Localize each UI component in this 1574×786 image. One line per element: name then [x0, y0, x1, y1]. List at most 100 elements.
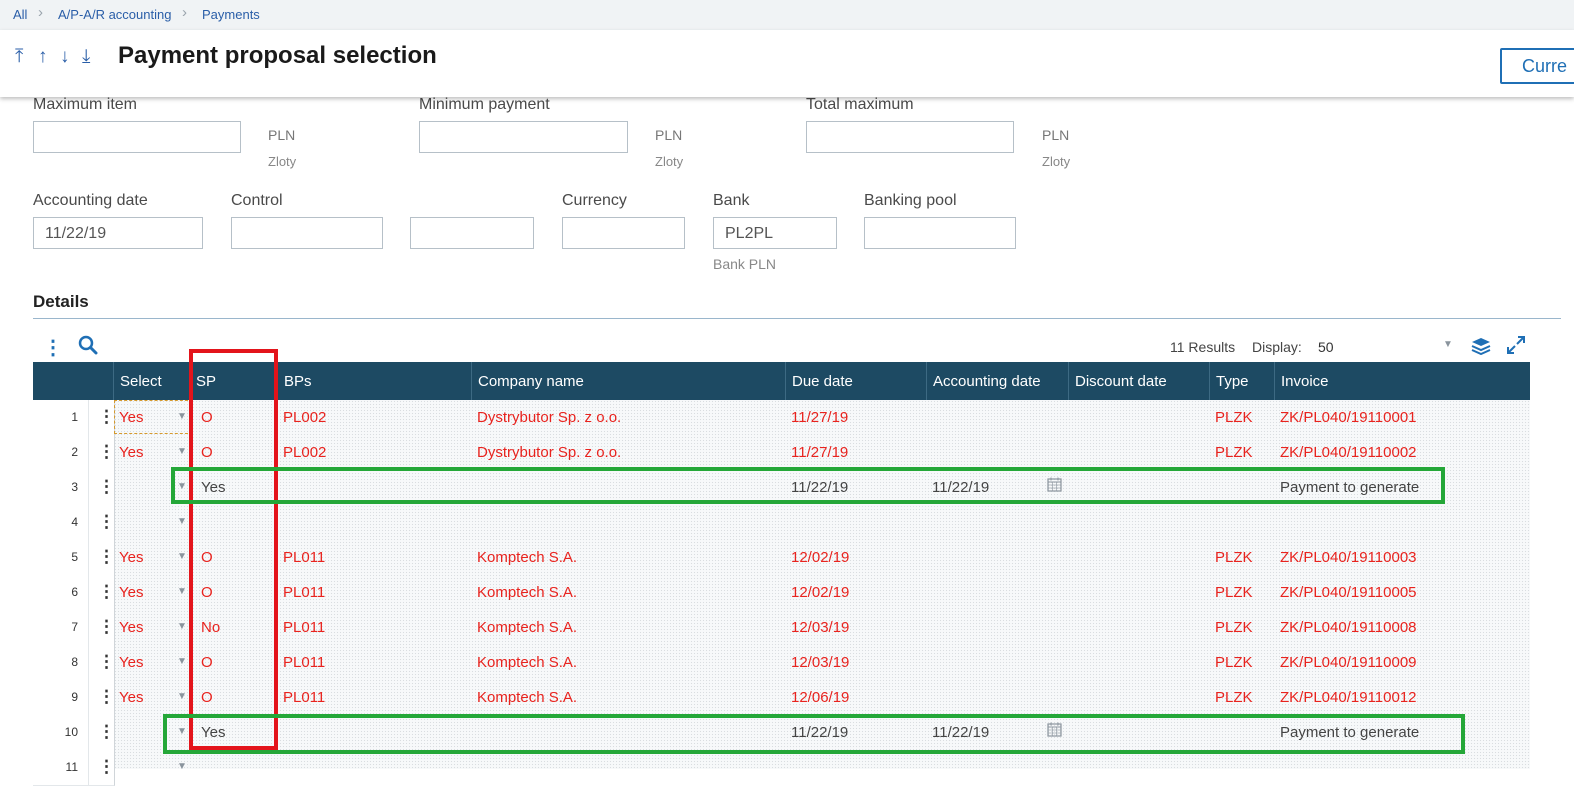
type-cell[interactable]: PLZK	[1215, 549, 1253, 566]
more-vert-icon[interactable]: ⋮	[98, 618, 115, 635]
more-vert-icon[interactable]: ⋮	[98, 723, 115, 740]
column-header-discount-date[interactable]: Discount date	[1068, 362, 1209, 400]
due-date-cell[interactable]: 12/02/19	[791, 584, 849, 601]
caret-down-icon[interactable]: ▼	[1443, 339, 1453, 350]
breadcrumb-ap-ar-accounting[interactable]: A/P-A/R accounting	[58, 7, 171, 22]
invoice-cell[interactable]: ZK/PL040/19110009	[1280, 654, 1417, 671]
bps-cell[interactable]: PL011	[283, 654, 325, 671]
bps-cell[interactable]: PL002	[283, 409, 326, 426]
company-cell[interactable]: Dystrybutor Sp. z o.o.	[477, 444, 621, 461]
control-input-2[interactable]	[410, 217, 534, 249]
invoice-cell[interactable]: ZK/PL040/19110005	[1280, 584, 1417, 601]
more-vert-icon[interactable]: ⋮	[98, 758, 115, 775]
expand-icon[interactable]	[1506, 335, 1526, 360]
last-record-icon[interactable]: ⤓	[82, 46, 90, 68]
invoice-cell[interactable]: ZK/PL040/19110012	[1280, 689, 1417, 706]
display-select[interactable]: 50	[1318, 339, 1334, 355]
caret-down-icon[interactable]: ▼	[177, 446, 187, 457]
invoice-cell[interactable]: ZK/PL040/19110003	[1280, 549, 1417, 566]
type-cell[interactable]: PLZK	[1215, 619, 1253, 636]
minimum-payment-input[interactable]	[419, 121, 628, 153]
type-cell[interactable]: PLZK	[1215, 654, 1253, 671]
select-cell[interactable]: Yes	[119, 549, 143, 566]
bps-cell[interactable]: PL011	[283, 549, 325, 566]
search-icon[interactable]	[78, 335, 98, 360]
more-vert-icon[interactable]: ⋮	[43, 335, 63, 360]
bps-cell[interactable]: PL011	[283, 584, 325, 601]
caret-down-icon[interactable]: ▼	[177, 621, 187, 632]
column-header-invoice[interactable]: Invoice	[1274, 362, 1530, 400]
company-cell[interactable]: Komptech S.A.	[477, 689, 577, 706]
next-record-icon[interactable]: ↓	[60, 46, 70, 68]
type-cell[interactable]: PLZK	[1215, 409, 1253, 426]
more-vert-icon[interactable]: ⋮	[98, 513, 115, 530]
caret-down-icon[interactable]: ▼	[177, 551, 187, 562]
invoice-cell[interactable]: ZK/PL040/19110008	[1280, 619, 1417, 636]
due-date-cell[interactable]: 11/27/19	[791, 409, 848, 426]
caret-down-icon[interactable]: ▼	[177, 586, 187, 597]
due-date-cell[interactable]: 11/27/19	[791, 444, 848, 461]
bank-input[interactable]: PL2PL	[713, 217, 837, 249]
more-vert-icon[interactable]: ⋮	[98, 583, 115, 600]
type-cell[interactable]: PLZK	[1215, 584, 1253, 601]
banking-pool-input[interactable]	[864, 217, 1016, 249]
caret-down-icon[interactable]: ▼	[177, 761, 187, 772]
caret-down-icon[interactable]: ▼	[177, 691, 187, 702]
column-header-accounting-date[interactable]: Accounting date	[926, 362, 1068, 400]
row-menu[interactable]: ⋮	[88, 645, 115, 681]
more-vert-icon[interactable]: ⋮	[98, 408, 115, 425]
row-menu[interactable]: ⋮	[88, 750, 115, 786]
caret-down-icon[interactable]: ▼	[177, 516, 187, 527]
column-header-company-name[interactable]: Company name	[471, 362, 785, 400]
table-row[interactable]: 11 ⋮ ▼	[33, 750, 1530, 786]
control-input[interactable]	[231, 217, 383, 249]
due-date-cell[interactable]: 12/03/19	[791, 654, 849, 671]
type-cell[interactable]: PLZK	[1215, 444, 1253, 461]
more-vert-icon[interactable]: ⋮	[98, 688, 115, 705]
current-button[interactable]: Curre	[1500, 48, 1574, 84]
first-record-icon[interactable]: ⤒	[15, 46, 23, 68]
row-menu[interactable]: ⋮	[88, 505, 115, 541]
company-cell[interactable]: Dystrybutor Sp. z o.o.	[477, 409, 621, 426]
select-cell[interactable]: Yes	[119, 619, 143, 636]
column-header-select[interactable]: Select	[113, 362, 189, 400]
total-maximum-input[interactable]	[806, 121, 1014, 153]
more-vert-icon[interactable]: ⋮	[98, 653, 115, 670]
select-cell[interactable]: Yes	[119, 584, 143, 601]
caret-down-icon[interactable]: ▼	[177, 656, 187, 667]
maximum-item-input[interactable]	[33, 121, 241, 153]
invoice-cell[interactable]: ZK/PL040/19110001	[1280, 409, 1417, 426]
company-cell[interactable]: Komptech S.A.	[477, 619, 577, 636]
row-menu[interactable]: ⋮	[88, 715, 115, 751]
row-menu[interactable]: ⋮	[88, 400, 115, 436]
breadcrumb-payments[interactable]: Payments	[202, 7, 260, 22]
more-vert-icon[interactable]: ⋮	[98, 443, 115, 460]
select-cell[interactable]: Yes	[119, 654, 143, 671]
type-cell[interactable]: PLZK	[1215, 689, 1253, 706]
due-date-cell[interactable]: 12/03/19	[791, 619, 849, 636]
row-menu[interactable]: ⋮	[88, 680, 115, 716]
column-header-type[interactable]: Type	[1209, 362, 1274, 400]
company-cell[interactable]: Komptech S.A.	[477, 549, 577, 566]
previous-record-icon[interactable]: ↑	[38, 46, 48, 68]
accounting-date-input[interactable]: 11/22/19	[33, 217, 203, 249]
row-menu[interactable]: ⋮	[88, 435, 115, 471]
due-date-cell[interactable]: 12/02/19	[791, 549, 849, 566]
breadcrumb-all[interactable]: All	[13, 7, 27, 22]
bps-cell[interactable]: PL011	[283, 619, 325, 636]
select-cell[interactable]: Yes	[119, 444, 143, 461]
row-menu[interactable]: ⋮	[88, 575, 115, 611]
due-date-cell[interactable]: 12/06/19	[791, 689, 849, 706]
invoice-cell[interactable]: ZK/PL040/19110002	[1280, 444, 1417, 461]
more-vert-icon[interactable]: ⋮	[98, 478, 115, 495]
column-header-bps[interactable]: BPs	[277, 362, 471, 400]
row-menu[interactable]: ⋮	[88, 610, 115, 646]
bps-cell[interactable]: PL002	[283, 444, 326, 461]
select-cell[interactable]: Yes	[119, 689, 143, 706]
bps-cell[interactable]: PL011	[283, 689, 325, 706]
column-header-due-date[interactable]: Due date	[785, 362, 926, 400]
row-menu[interactable]: ⋮	[88, 540, 115, 576]
layers-icon[interactable]	[1471, 337, 1491, 360]
currency-input[interactable]	[562, 217, 685, 249]
company-cell[interactable]: Komptech S.A.	[477, 584, 577, 601]
